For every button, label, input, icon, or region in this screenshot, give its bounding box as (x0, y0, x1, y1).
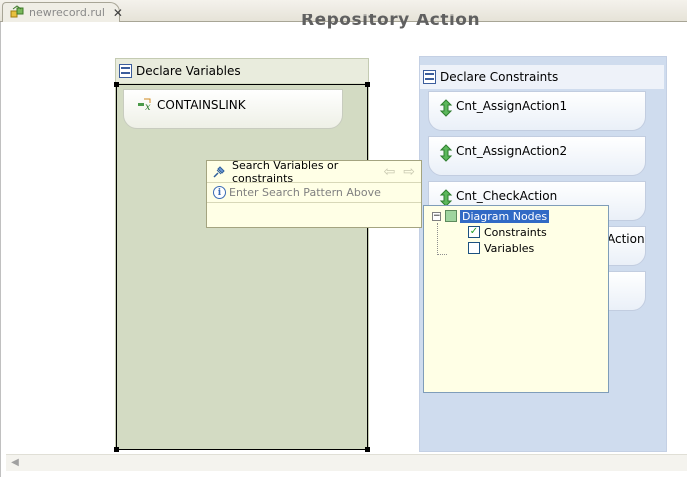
constraint-node[interactable]: Cnt_AssignAction2 (428, 136, 646, 176)
tab-newrecord[interactable]: newrecord.rul ✕ (2, 2, 123, 22)
constraint-node-label: Cnt_CheckAction (456, 189, 558, 203)
tree-item-label: Diagram Nodes (460, 209, 550, 223)
horizontal-scrollbar[interactable]: ◀ (6, 454, 687, 471)
tree-connector (437, 223, 447, 255)
constraint-node[interactable]: Cnt_AssignAction1 (428, 91, 646, 131)
collapse-icon[interactable]: − (432, 211, 441, 221)
declare-constraints-title: Declare Constraints (440, 70, 559, 84)
resize-handle[interactable] (365, 447, 370, 452)
resize-handle[interactable] (365, 82, 370, 87)
search-popup[interactable]: Search Variables or constraints ⇦ ⇨ i En… (206, 158, 422, 228)
tree-item-diagram-nodes[interactable]: − Diagram Nodes (432, 208, 550, 224)
search-placeholder: Enter Search Pattern Above (229, 186, 381, 199)
search-navigation: ⇦ ⇨ (384, 164, 415, 180)
constraint-icon (437, 99, 455, 117)
variable-icon: x (138, 98, 154, 113)
diagram-nodes-tree[interactable]: − Diagram Nodes ✓ Constraints Variables (423, 205, 609, 393)
diagram-nodes-icon (445, 210, 457, 222)
variable-node[interactable]: x CONTAINSLINK (123, 89, 343, 129)
panel-icon (119, 64, 132, 78)
search-popup-title: Search Variables or constraints (232, 158, 339, 185)
close-icon[interactable]: ✕ (113, 6, 123, 20)
constraint-icon (437, 144, 455, 162)
pin-icon (211, 164, 227, 180)
info-icon: i (213, 186, 226, 199)
tree-item-label: Constraints (484, 225, 547, 239)
diagram-title: Repository Action (301, 14, 481, 30)
variable-node-label: CONTAINSLINK (157, 98, 246, 112)
scroll-left-icon[interactable]: ◀ (8, 457, 22, 470)
rule-file-icon (9, 4, 25, 21)
variables-selection-box[interactable]: x CONTAINSLINK (114, 82, 370, 452)
diagram-canvas[interactable]: Repository Action Declare Variables x CO… (0, 14, 687, 477)
resize-handle[interactable] (114, 82, 119, 87)
declare-constraints-header: Declare Constraints (420, 65, 664, 89)
constraint-node-label-tail: Action (607, 232, 645, 246)
declare-variables-header: Declare Variables (116, 59, 368, 83)
variables-checkbox[interactable] (468, 242, 480, 254)
constraints-checkbox[interactable]: ✓ (468, 226, 480, 238)
tree-connector (437, 254, 447, 255)
back-arrow-icon[interactable]: ⇦ (384, 164, 396, 180)
tab-label: newrecord.rul (29, 6, 105, 19)
resize-handle[interactable] (114, 447, 119, 452)
svg-text:x: x (145, 102, 151, 112)
search-pattern-input[interactable]: i Enter Search Pattern Above (207, 183, 421, 203)
forward-arrow-icon[interactable]: ⇨ (403, 164, 415, 180)
constraint-node-label: Cnt_AssignAction1 (456, 99, 568, 113)
panel-icon (423, 70, 436, 84)
tree-item-variables[interactable]: Variables (468, 240, 534, 256)
declare-variables-title: Declare Variables (136, 64, 241, 78)
search-popup-header: Search Variables or constraints ⇦ ⇨ (207, 158, 421, 185)
constraint-node-label: Cnt_AssignAction2 (456, 144, 568, 158)
tree-item-label: Variables (484, 241, 535, 255)
tree-item-constraints[interactable]: ✓ Constraints (468, 224, 547, 240)
declare-variables-panel[interactable]: Declare Variables x CONTAINSLINK (114, 58, 370, 452)
